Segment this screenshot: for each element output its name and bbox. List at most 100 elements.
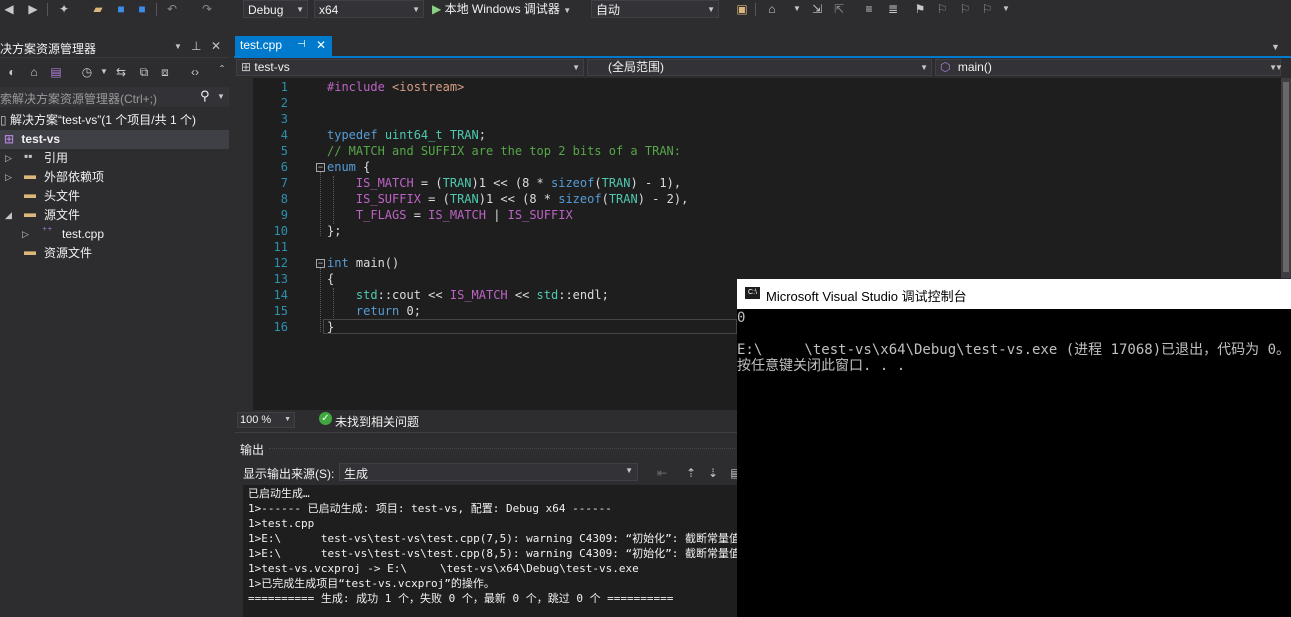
output-line: 1>E:\ test-vs\test-vs\test.cpp(8,5): war… [248,547,740,560]
new-project-icon[interactable]: ✦ [57,2,71,16]
code-line: IS_MATCH = (TRAN)1 << (8 * sizeof(TRAN) … [355,176,682,190]
back-icon[interactable]: ◀ [2,2,16,16]
console-app-icon: C:\ [745,287,760,299]
tree-item-external-deps[interactable]: ▷ ▬ 外部依赖项 [0,168,229,187]
code-line: typedef uint64_t TRAN; [327,128,486,142]
console-title-bar[interactable]: C:\ Microsoft Visual Studio 调试控制台 [737,279,1291,309]
toolbar-separator [47,3,48,16]
undo-icon[interactable]: ↶ [165,2,179,16]
search-placeholder: 索解决方案资源管理器(Ctrl+;) [0,92,157,106]
collapse-region-icon[interactable]: − [316,259,325,268]
chevron-down-icon: ▼ [563,6,572,15]
line-number: 10 [273,224,288,238]
editor-vertical-scrollbar[interactable] [1281,78,1291,278]
chevron-down-icon[interactable]: ▼ [999,2,1013,16]
redo-icon[interactable]: ↷ [200,2,214,16]
save-icon[interactable]: ■ [114,2,128,16]
debug-console-window[interactable]: 0 E:\ \test-vs\x64\Debug\test-vs.exe (进程… [737,279,1291,617]
attach-select[interactable]: 自动 ▼ [591,0,719,18]
member-dropdown[interactable]: ⬡ main() ▼ [935,59,1281,76]
code-view-icon[interactable]: ‹› [188,65,202,79]
output-source-label: 显示输出来源(S): [243,467,335,481]
tree-item-label: test-vs [21,132,61,146]
tab-label: test.cpp [240,38,283,52]
chevron-down-icon[interactable]: ▼ [790,2,804,16]
show-all-files-icon[interactable]: ⧈ [158,65,172,79]
more-icon[interactable]: ˆ [215,63,229,77]
switch-views-icon[interactable]: ▤ [49,65,63,79]
output-toolbar: 显示输出来源(S): 生成 ▼ ⇤ ⇡ ⇣ ▤ [235,462,742,484]
solution-icon: ▯ [0,113,7,127]
back-icon[interactable]: ◐ [5,65,19,79]
cpp-project-icon: ⊞ [4,132,15,146]
search-icon[interactable]: ⚲ [200,89,210,103]
close-icon[interactable]: ✕ [316,38,326,52]
tree-item-label: 资源文件 [44,246,93,260]
solution-explorer-title: 决方案资源管理器 [0,42,97,56]
tree-item-solution[interactable]: ▯ 解决方案“test-vs”(1 个项目/共 1 个) [0,111,229,130]
project-dropdown[interactable]: ⊞ test-vs ▼ [236,59,584,76]
tree-item-project[interactable]: ⊞ test-vs [0,130,229,149]
comment-lines-icon[interactable]: ≡ [862,2,876,16]
chevron-down-icon[interactable]: ▼ [1271,40,1280,54]
solution-explorer-search[interactable]: 索解决方案资源管理器(Ctrl+;) ⚲ ▼ [0,87,229,107]
home-icon[interactable]: ⌂ [27,65,41,79]
save-all-icon[interactable]: ■ [135,2,149,16]
configuration-value: Debug [248,3,284,17]
next-bookmark-icon[interactable]: ⚐ [958,2,972,16]
step-icon[interactable]: ⇲ [810,2,824,16]
fold-guide [320,268,321,332]
forward-icon[interactable]: ▶ [26,2,40,16]
next-message-icon[interactable]: ⇣ [706,466,720,480]
tree-item-label: 源文件 [44,208,81,222]
tab-test-cpp[interactable]: test.cpp ⊣ ✕ [235,36,332,56]
output-text-area[interactable]: 已启动生成… 1>------ 已启动生成: 项目: test-vs, 配置: … [243,485,740,617]
bookmark-icon[interactable]: ⚑ [913,2,927,16]
chevron-down-icon[interactable]: ▼ [97,65,111,79]
line-number: 14 [273,288,288,302]
collapse-arrow-icon[interactable]: ◢ [5,206,12,225]
start-debugging-button[interactable]: ▶ 本地 Windows 调试器 ▼ [432,1,571,19]
chevron-down-icon[interactable]: ▼ [174,40,182,54]
issues-label[interactable]: 未找到相关问题 [335,413,419,430]
output-source-select[interactable]: 生成 ▼ [339,463,638,481]
tree-item-test-cpp[interactable]: ▷ ⁺⁺ test.cpp [0,225,229,244]
pin-icon[interactable]: ⊥ [191,39,201,53]
chevron-down-icon: ▼ [296,5,304,14]
step-over-icon[interactable]: ⇱ [832,2,846,16]
close-icon[interactable]: ✕ [211,39,221,53]
tree-item-resource-files[interactable]: ▬ 资源文件 [0,244,229,263]
platform-select[interactable]: x64 ▼ [314,0,424,18]
tree-item-header-files[interactable]: ▬ 头文件 [0,187,229,206]
function-icon: ⬡ [940,60,951,74]
attach-value: 自动 [596,3,621,17]
prev-bookmark-icon[interactable]: ⚐ [935,2,949,16]
zoom-dropdown[interactable]: 100 % ▼ [237,412,295,428]
collapse-region-icon[interactable]: − [316,163,325,172]
uncomment-lines-icon[interactable]: ≣ [886,2,900,16]
tree-item-label: 引用 [44,151,69,165]
sync-icon[interactable]: ⇆ [114,65,128,79]
expand-icon[interactable]: ▼ [1275,61,1283,75]
browser-icon[interactable]: ⌂ [765,2,779,16]
scope-dropdown[interactable]: (全局范围) ▼ [587,59,932,76]
expand-arrow-icon[interactable]: ▷ [5,149,12,168]
output-line: 1>test-vs.vcxproj -> E:\ \test-vs\x64\De… [248,562,639,575]
open-folder-icon[interactable]: ▰ [91,2,105,16]
pending-changes-icon[interactable]: ◷ [80,65,94,79]
tree-item-source-files[interactable]: ◢ ▬ 源文件 [0,206,229,225]
expand-arrow-icon[interactable]: ▷ [22,225,29,244]
find-message-icon[interactable]: ⇤ [655,466,669,480]
find-in-files-icon[interactable]: ▣ [735,2,749,16]
tree-item-references[interactable]: ▷ ▪▪ 引用 [0,149,229,168]
previous-message-icon[interactable]: ⇡ [684,466,698,480]
configuration-select[interactable]: Debug ▼ [243,0,308,18]
line-number: 8 [280,192,288,206]
chevron-down-icon[interactable]: ▼ [217,90,225,104]
platform-value: x64 [319,3,339,17]
collapse-all-icon[interactable]: ⧉ [137,65,151,79]
clear-bookmarks-icon[interactable]: ⚐ [980,2,994,16]
pin-icon[interactable]: ⊣ [297,39,306,50]
expand-arrow-icon[interactable]: ▷ [5,168,12,187]
scrollbar-thumb[interactable] [1283,82,1289,272]
